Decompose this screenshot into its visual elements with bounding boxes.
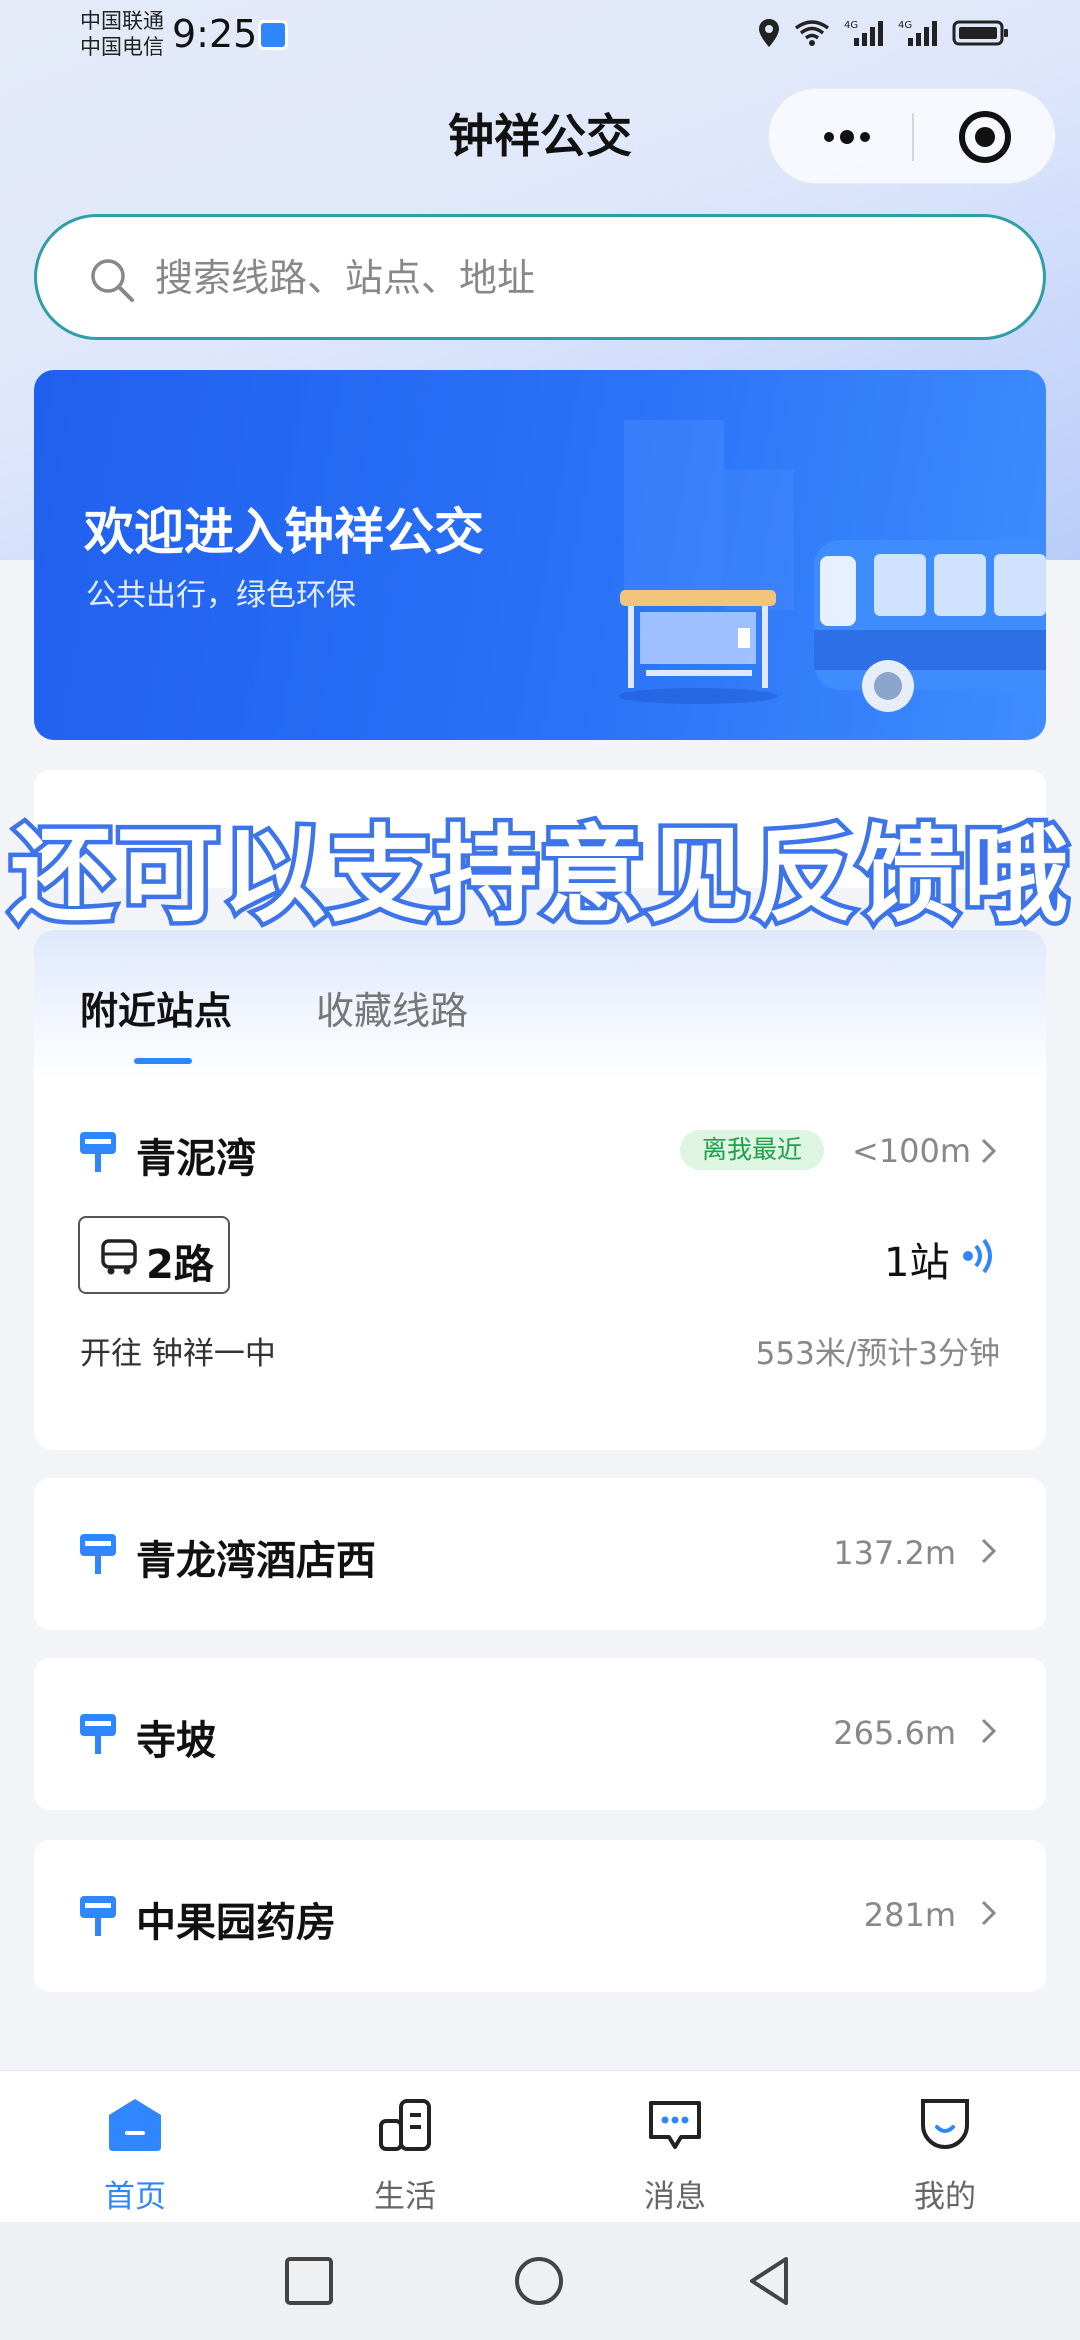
carrier-2: 中国电信 [80,35,164,59]
nearby-stops-card: 附近站点 收藏线路 青泥湾 离我最近 <100m 2路 1站 开往 钟祥一中 5… [34,930,1046,1450]
arrival-eta: 553米/预计3分钟 [755,1336,1000,1372]
life-icon [379,2099,431,2151]
stop-name: 青龙湾酒店西 [136,1538,376,1584]
overlay-caption: 还可以支持意见反馈哦 [5,810,1072,941]
network-1-label: 4G [844,20,858,31]
banner-subtitle: 公共出行，绿色环保 [86,578,356,613]
bus-stop-icon [80,1132,116,1172]
realtime-signal-icon [963,1238,992,1274]
search-input[interactable] [155,241,975,315]
chevron-right-icon[interactable] [978,1136,1000,1166]
banner-title: 欢迎进入钟祥公交 [84,503,484,561]
shield-icon [258,20,288,50]
stop-card[interactable]: 中果园药房 281m [34,1840,1046,1992]
nav-messages[interactable]: 消息 [540,2071,810,2223]
nav-profile[interactable]: 我的 [810,2071,1080,2223]
bus-stop-icon [80,1896,116,1936]
capsule-divider [912,113,914,161]
bus-icon [101,1239,137,1275]
back-icon[interactable] [742,2254,796,2308]
route-chip[interactable]: 2路 [78,1216,230,1294]
tab-favorite-routes[interactable]: 收藏线路 [316,980,468,1035]
search-icon [91,259,134,302]
route-label: 2路 [146,1242,214,1288]
carrier-1: 中国联通 [80,9,164,33]
welcome-banner[interactable]: 欢迎进入钟祥公交 公共出行，绿色环保 [34,370,1046,740]
profile-icon [921,2099,969,2149]
clock: 9:25 [172,12,258,56]
chevron-right-icon [981,1718,997,1744]
nearest-stop-distance: <100m [852,1132,972,1170]
nav-profile-label: 我的 [914,2179,976,2215]
search-bar[interactable] [34,214,1046,340]
nav-home[interactable]: 首页 [0,2071,270,2223]
location-icon [759,19,779,47]
bus-stop-icon [80,1534,116,1574]
signal-icon-2: 4G [898,20,937,46]
close-target-icon[interactable] [955,107,1015,167]
chevron-right-icon [981,1538,997,1564]
stop-distance: 137.2m [833,1534,956,1572]
active-tab-indicator [134,1058,192,1064]
battery-icon [952,20,1008,46]
stop-name: 中果园药房 [136,1900,336,1946]
recent-apps-icon[interactable] [282,2254,336,2308]
nearest-badge: 离我最近 [680,1130,825,1170]
network-2-label: 4G [898,20,912,31]
nearest-stop-name[interactable]: 青泥湾 [136,1126,256,1184]
stop-card[interactable]: 青龙湾酒店西 137.2m [34,1478,1046,1630]
signal-icon: 4G [844,20,883,46]
stop-distance: 281m [863,1896,956,1934]
nav-life-label: 生活 [374,2179,436,2215]
bus-stop-icon [80,1714,116,1754]
bottom-tab-bar: 首页 生活 消息 我的 [0,2070,1080,2222]
wifi-icon [794,20,830,46]
carrier-info: 中国联通 中国电信 [80,8,164,60]
status-bar: 中国联通 中国电信 9:25 4G 4G [0,0,1080,70]
nav-messages-label: 消息 [644,2179,706,2215]
stop-name: 寺坡 [136,1718,216,1764]
nav-life[interactable]: 生活 [270,2071,540,2223]
system-navigation-bar [0,2222,1080,2340]
home-icon [109,2099,161,2151]
route-direction: 开往 钟祥一中 [80,1336,276,1372]
home-button-icon[interactable] [512,2254,566,2308]
tab-nearby-stops[interactable]: 附近站点 [80,980,232,1035]
stop-distance: 265.6m [833,1714,956,1752]
nav-home-label: 首页 [104,2179,166,2215]
chevron-right-icon [981,1900,997,1926]
stop-card[interactable]: 寺坡 265.6m [34,1658,1046,1810]
miniprogram-capsule [768,88,1056,184]
stops-away: 1站 [884,1240,950,1286]
message-icon [649,2101,701,2149]
more-icon[interactable] [807,117,887,157]
bus-illustration [618,420,1046,712]
status-icons: 4G 4G [758,18,1010,48]
